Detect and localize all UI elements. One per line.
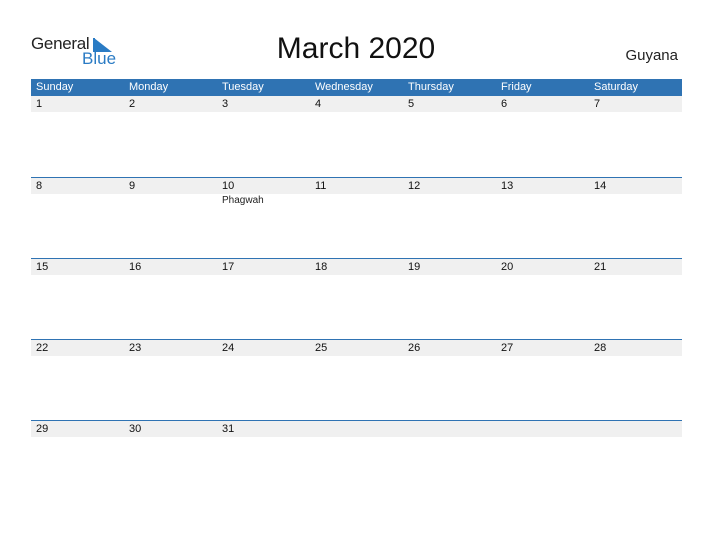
day-number: 4 xyxy=(315,98,322,110)
day-number: 22 xyxy=(36,342,49,354)
day-number: 6 xyxy=(501,98,508,110)
day-event xyxy=(31,112,124,113)
day-number: 13 xyxy=(501,180,514,192)
day-number: 20 xyxy=(501,261,514,273)
day-event xyxy=(310,356,403,357)
day-event xyxy=(217,112,310,113)
day-number: 23 xyxy=(129,342,142,354)
day-event: Phagwah xyxy=(222,195,264,206)
date-bar: 8 9 10 11 12 13 14 xyxy=(31,178,682,194)
day-event xyxy=(124,112,217,113)
day-event xyxy=(217,437,310,438)
events-row xyxy=(31,437,682,438)
day-event xyxy=(31,356,124,357)
day-number: 30 xyxy=(129,423,142,435)
day-event xyxy=(310,437,403,438)
day-event xyxy=(217,275,310,276)
weekday-wednesday: Wednesday xyxy=(315,81,373,93)
day-event xyxy=(496,194,589,206)
week-row: 1 2 3 4 5 6 7 xyxy=(31,96,682,177)
day-event xyxy=(31,275,124,276)
day-number: 11 xyxy=(315,180,327,192)
day-event xyxy=(496,356,589,357)
events-row xyxy=(31,275,682,276)
weekday-sunday: Sunday xyxy=(36,81,74,93)
day-event xyxy=(496,275,589,276)
day-number: 8 xyxy=(36,180,43,192)
day-event xyxy=(403,275,496,276)
day-event xyxy=(310,194,403,206)
week-row: 8 9 10 11 12 13 14 Phagwah xyxy=(31,177,682,258)
day-event xyxy=(589,275,682,276)
day-event xyxy=(589,356,682,357)
day-number: 10 xyxy=(222,180,235,192)
day-event xyxy=(496,112,589,113)
day-event xyxy=(124,356,217,357)
day-number: 24 xyxy=(222,342,235,354)
day-number: 28 xyxy=(594,342,607,354)
day-number xyxy=(496,421,589,437)
day-number: 31 xyxy=(222,423,235,435)
day-number: 14 xyxy=(594,180,607,192)
day-number: 29 xyxy=(36,423,49,435)
day-number: 3 xyxy=(222,98,229,110)
day-number: 5 xyxy=(408,98,415,110)
day-event xyxy=(403,437,496,438)
events-row xyxy=(31,112,682,113)
calendar-title: March 2020 xyxy=(276,32,436,65)
weekday-header: Sunday Monday Tuesday Wednesday Thursday… xyxy=(31,79,682,96)
day-event xyxy=(310,112,403,113)
country-label: Guyana xyxy=(625,47,678,64)
day-number: 15 xyxy=(36,261,49,273)
weekday-monday: Monday xyxy=(129,81,169,93)
day-number: 7 xyxy=(594,98,601,110)
day-event xyxy=(31,194,124,206)
week-row: 22 23 24 25 26 27 28 xyxy=(31,339,682,420)
day-number: 17 xyxy=(222,261,235,273)
day-event xyxy=(217,356,310,357)
day-number: 27 xyxy=(501,342,514,354)
day-number: 9 xyxy=(129,180,136,192)
day-event xyxy=(124,194,217,206)
day-event xyxy=(124,275,217,276)
weekday-saturday: Saturday xyxy=(594,81,639,93)
day-number: 16 xyxy=(129,261,142,273)
date-bar: 29 30 31 xyxy=(31,421,682,437)
weekday-friday: Friday xyxy=(501,81,532,93)
day-event xyxy=(589,112,682,113)
calendar-grid: Sunday Monday Tuesday Wednesday Thursday… xyxy=(31,79,682,501)
date-bar: 22 23 24 25 26 27 28 xyxy=(31,340,682,356)
day-event xyxy=(310,275,403,276)
day-event xyxy=(589,437,682,438)
day-number: 26 xyxy=(408,342,421,354)
day-number: 1 xyxy=(36,98,43,110)
day-number: 25 xyxy=(315,342,328,354)
day-number xyxy=(589,421,682,437)
weeks-container: 1 2 3 4 5 6 7 8 9 10 11 12 13 14 Phagwah 15 16 17 18 19 20 21… xyxy=(31,96,682,501)
weekday-thursday: Thursday xyxy=(408,81,454,93)
day-number: 12 xyxy=(408,180,421,192)
date-bar: 1 2 3 4 5 6 7 xyxy=(31,96,682,112)
day-event xyxy=(589,194,682,206)
week-row: 15 16 17 18 19 20 21 xyxy=(31,258,682,339)
day-number: 18 xyxy=(315,261,328,273)
events-row xyxy=(31,356,682,357)
day-number: 19 xyxy=(408,261,421,273)
day-event xyxy=(31,437,124,438)
day-number: 21 xyxy=(594,261,607,273)
day-number xyxy=(310,421,403,437)
day-number xyxy=(403,421,496,437)
date-bar: 15 16 17 18 19 20 21 xyxy=(31,259,682,275)
day-event xyxy=(496,437,589,438)
day-event xyxy=(124,437,217,438)
weekday-tuesday: Tuesday xyxy=(222,81,264,93)
events-row: Phagwah xyxy=(31,194,682,206)
day-number: 2 xyxy=(129,98,136,110)
day-event xyxy=(403,194,496,206)
day-event xyxy=(403,112,496,113)
day-event xyxy=(403,356,496,357)
week-row: 29 30 31 xyxy=(31,420,682,501)
